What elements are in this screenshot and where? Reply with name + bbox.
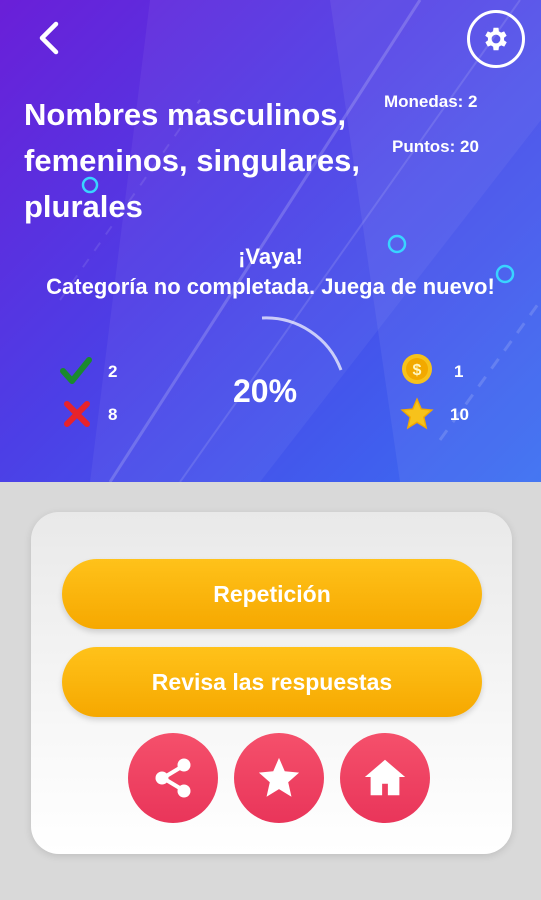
svg-text:$: $ [413,362,422,379]
coins-total-label: Monedas: 2 [384,92,478,111]
result-message: ¡Vaya! Categoría no completada. Juega de… [0,242,541,302]
coin-icon: $ [402,354,432,384]
rate-button[interactable] [234,733,324,823]
share-icon [155,758,191,798]
home-icon [364,759,406,796]
cross-icon [64,401,90,427]
category-title: Nombres masculinos, femeninos, singulare… [24,97,360,224]
checkmark-icon [60,357,92,384]
settings-button[interactable] [467,10,525,68]
star-icon [400,397,434,430]
star-icon [258,757,300,797]
back-button[interactable] [30,18,70,58]
score-percent: 20% [232,373,298,409]
share-button[interactable] [128,733,218,823]
review-answers-button[interactable]: Revisa las respuestas [62,647,482,717]
chevron-left-icon [39,21,59,55]
wrong-count: 8 [108,405,118,424]
points-total-label: Puntos: 20 [392,137,479,156]
home-button[interactable] [340,733,430,823]
correct-count: 2 [108,362,118,381]
result-message-title: ¡Vaya! [238,244,303,269]
stars-earned: 10 [450,405,469,424]
gear-icon [485,27,507,51]
result-message-detail: Categoría no completada. Juega de nuevo! [46,274,495,299]
replay-button[interactable]: Repetición [62,559,482,629]
coins-earned: 1 [454,362,464,381]
result-header: Nombres masculinos, femeninos, singulare… [0,0,541,482]
